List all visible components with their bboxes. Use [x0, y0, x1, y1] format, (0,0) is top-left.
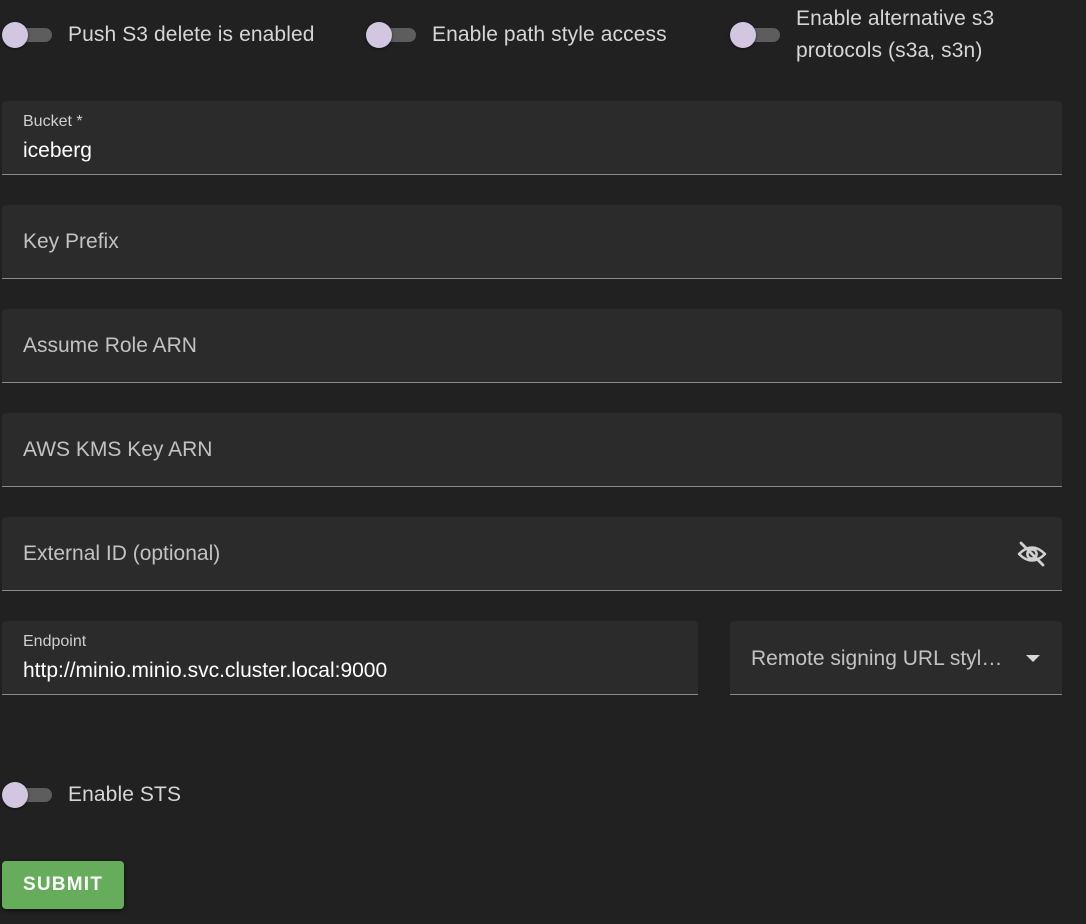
alt-protocols-label-line2: protocols (s3a, s3n)	[796, 39, 983, 62]
alt-protocols-label: Enable alternative s3 protocols (s3a, s3…	[796, 3, 994, 67]
endpoint-input[interactable]: http://minio.minio.svc.cluster.local:900…	[23, 659, 387, 683]
bucket-field[interactable]: Bucket * iceberg	[2, 101, 1062, 175]
bucket-input[interactable]: iceberg	[23, 139, 92, 163]
submit-button[interactable]: SUBMIT	[2, 861, 124, 909]
push-s3-delete-label: Push S3 delete is enabled	[68, 23, 315, 46]
external-id-field[interactable]: External ID (optional)	[2, 517, 1062, 591]
sts-switch[interactable]	[0, 775, 54, 815]
remote-signing-url-style-select[interactable]: Remote signing URL styl…	[730, 621, 1062, 695]
kms-key-arn-placeholder: AWS KMS Key ARN	[23, 438, 213, 461]
endpoint-field[interactable]: Endpoint http://minio.minio.svc.cluster.…	[2, 621, 698, 695]
assume-role-arn-placeholder: Assume Role ARN	[23, 334, 197, 357]
switch-thumb	[730, 22, 756, 48]
chevron-down-icon[interactable]	[1026, 655, 1040, 662]
kms-key-arn-field[interactable]: AWS KMS Key ARN	[2, 413, 1062, 487]
alt-protocols-label-line1: Enable alternative s3	[796, 7, 995, 30]
sts-toggle-row: Enable STS	[0, 775, 181, 815]
external-id-placeholder: External ID (optional)	[23, 542, 221, 565]
alt-protocols-toggle-row: Enable alternative s3 protocols (s3a, s3…	[728, 3, 994, 67]
endpoint-label: Endpoint	[23, 633, 87, 650]
path-style-label: Enable path style access	[432, 23, 667, 46]
push-s3-delete-toggle-row: Push S3 delete is enabled	[0, 15, 315, 55]
s3-storage-form: Push S3 delete is enabled Enable path st…	[0, 0, 1086, 924]
sts-label: Enable STS	[68, 783, 182, 806]
bucket-label: Bucket *	[23, 113, 83, 130]
alt-protocols-switch[interactable]	[728, 15, 782, 55]
push-s3-delete-switch[interactable]	[0, 15, 54, 55]
path-style-switch[interactable]	[364, 15, 418, 55]
path-style-toggle-row: Enable path style access	[364, 15, 667, 55]
remote-signing-url-style-placeholder: Remote signing URL styl…	[751, 647, 1003, 670]
key-prefix-placeholder: Key Prefix	[23, 230, 119, 253]
switch-thumb	[2, 22, 28, 48]
switch-thumb	[366, 22, 392, 48]
assume-role-arn-field[interactable]: Assume Role ARN	[2, 309, 1062, 383]
eye-off-icon[interactable]	[1016, 539, 1048, 569]
key-prefix-field[interactable]: Key Prefix	[2, 205, 1062, 279]
switch-thumb	[2, 782, 28, 808]
